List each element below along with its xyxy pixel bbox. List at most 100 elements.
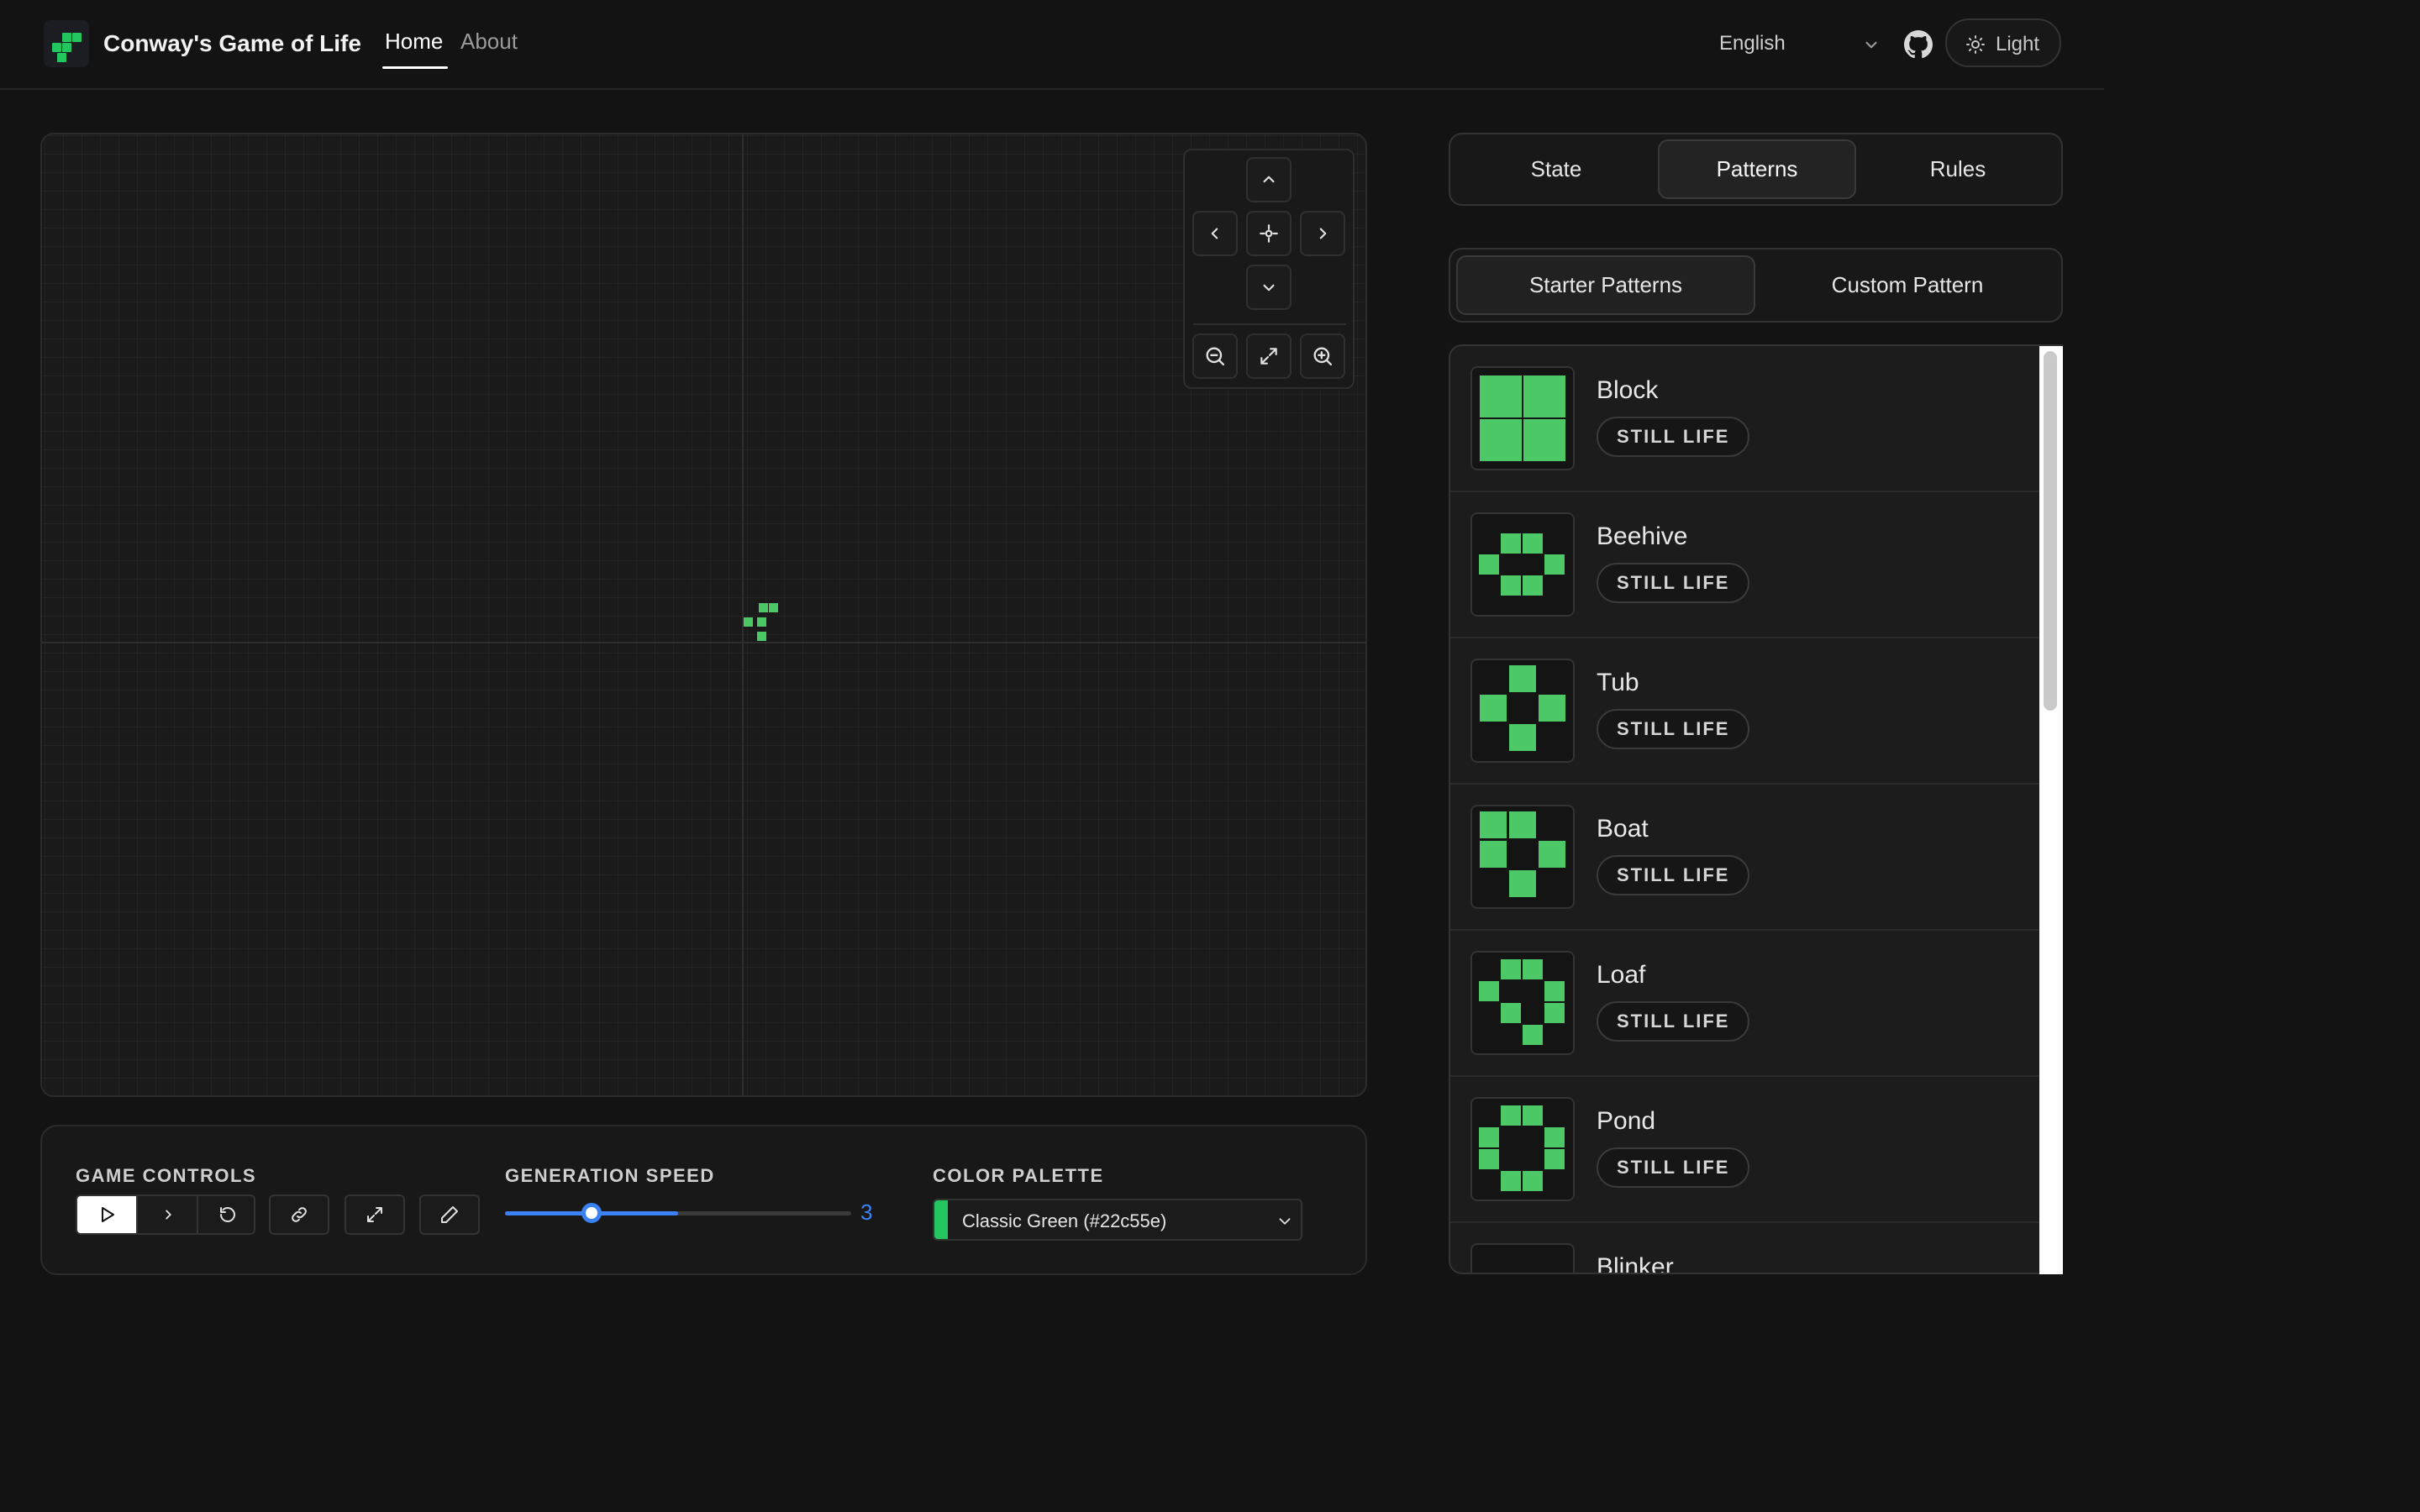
- pattern-name: Loaf: [1597, 961, 1646, 989]
- fit-to-screen-button[interactable]: [1246, 333, 1292, 379]
- subtab-starter-patterns[interactable]: Starter Patterns: [1456, 255, 1755, 315]
- link-icon: [292, 1207, 307, 1222]
- pattern-category-badge: STILL LIFE: [1597, 709, 1750, 749]
- pattern-item-blinker[interactable]: Blinker: [1450, 1223, 2041, 1274]
- color-palette-label: COLOR PALETTE: [933, 1165, 1104, 1186]
- controls-panel: GAME CONTROLS GENERATION SPEED 3 COLOR P…: [40, 1125, 1367, 1275]
- pond-pattern-preview: [1479, 1105, 1565, 1191]
- github-icon[interactable]: [1904, 30, 1933, 59]
- pattern-item-loaf[interactable]: Loaf STILL LIFE: [1450, 931, 2041, 1077]
- tab-patterns[interactable]: Patterns: [1658, 139, 1856, 199]
- pan-down-button[interactable]: [1246, 265, 1292, 310]
- pattern-item-boat[interactable]: Boat STILL LIFE: [1450, 785, 2041, 931]
- pattern-name: Pond: [1597, 1107, 1656, 1135]
- nav-home-link[interactable]: Home: [385, 29, 443, 55]
- pattern-item-tub[interactable]: Tub STILL LIFE: [1450, 638, 2041, 785]
- navigation-pad-divider: [1193, 323, 1346, 325]
- live-cell[interactable]: [769, 603, 778, 612]
- pattern-thumbnail: [1470, 805, 1575, 909]
- pattern-thumbnail: [1470, 1097, 1575, 1201]
- zoom-in-button[interactable]: [1300, 333, 1345, 379]
- chevron-down-icon[interactable]: [1860, 34, 1882, 55]
- crosshair-icon: [1260, 224, 1278, 243]
- subtab-custom-pattern[interactable]: Custom Pattern: [1758, 255, 2057, 315]
- pattern-name: Beehive: [1597, 522, 1688, 550]
- pattern-list: Block STILL LIFE Beehive STILL LIFE Tub …: [1449, 344, 2063, 1274]
- pattern-category-badge: STILL LIFE: [1597, 563, 1750, 603]
- chevron-right-icon: [1319, 228, 1327, 239]
- active-nav-indicator: [382, 66, 448, 69]
- chevron-down-icon: [1279, 1218, 1291, 1225]
- pattern-category-badge: STILL LIFE: [1597, 1147, 1750, 1188]
- pattern-thumbnail: [1470, 951, 1575, 1055]
- chevron-left-icon: [1211, 228, 1218, 239]
- center-view-button[interactable]: [1246, 211, 1292, 256]
- beehive-pattern-preview: [1479, 533, 1565, 596]
- glider-logo-icon[interactable]: [44, 20, 89, 67]
- live-cell[interactable]: [744, 617, 753, 627]
- game-controls-label: GAME CONTROLS: [76, 1165, 257, 1186]
- zoom-in-icon: [1313, 347, 1333, 366]
- vertical-axis-line: [742, 134, 744, 1095]
- live-cell[interactable]: [759, 603, 768, 612]
- pattern-name: Tub: [1597, 669, 1639, 696]
- play-button[interactable]: [77, 1196, 136, 1233]
- app-title[interactable]: Conway's Game of Life: [103, 30, 361, 57]
- pattern-item-beehive[interactable]: Beehive STILL LIFE: [1450, 492, 2041, 638]
- reset-button[interactable]: [197, 1196, 254, 1233]
- pattern-category-badge: STILL LIFE: [1597, 417, 1750, 457]
- zoom-out-button[interactable]: [1192, 333, 1238, 379]
- canvas-navigation-pad: [1183, 149, 1355, 389]
- language-select[interactable]: English: [1719, 32, 1786, 55]
- pattern-thumbnail: [1470, 366, 1575, 470]
- generation-speed-slider[interactable]: [505, 1203, 851, 1223]
- tab-state[interactable]: State: [1457, 139, 1655, 199]
- pattern-thumbnail: [1470, 1243, 1575, 1273]
- pattern-name: Blinker: [1597, 1253, 1674, 1274]
- palette-color-swatch: [934, 1200, 948, 1239]
- generation-speed-value: 3: [860, 1200, 873, 1225]
- pencil-icon: [441, 1206, 458, 1223]
- step-button[interactable]: [136, 1196, 198, 1233]
- chevron-right-icon: [166, 1210, 171, 1220]
- pattern-item-block[interactable]: Block STILL LIFE: [1450, 346, 2041, 492]
- game-canvas[interactable]: [40, 133, 1367, 1097]
- horizontal-axis-line: [42, 642, 1365, 643]
- sun-icon: [1966, 35, 1985, 54]
- app-header: Conway's Game of Life Home About English…: [0, 0, 2104, 90]
- theme-toggle-button[interactable]: Light: [1945, 18, 2061, 67]
- pattern-list-scrollbar-thumb[interactable]: [2044, 351, 2057, 711]
- color-palette-value: Classic Green (#22c55e): [962, 1210, 1167, 1231]
- pattern-item-pond[interactable]: Pond STILL LIFE: [1450, 1077, 2041, 1223]
- expand-icon: [1260, 348, 1277, 365]
- speed-slider-thumb[interactable]: [581, 1203, 602, 1223]
- nav-about-link[interactable]: About: [460, 29, 518, 55]
- fullscreen-button[interactable]: [345, 1194, 405, 1235]
- boat-pattern-preview: [1480, 811, 1565, 897]
- live-cell[interactable]: [757, 632, 766, 641]
- pattern-name: Boat: [1597, 815, 1649, 843]
- pattern-thumbnail: [1470, 659, 1575, 763]
- share-link-button[interactable]: [269, 1194, 329, 1235]
- pan-left-button[interactable]: [1192, 211, 1238, 256]
- block-pattern-preview: [1480, 375, 1565, 461]
- rotate-ccw-icon: [220, 1207, 235, 1222]
- tub-pattern-preview: [1480, 665, 1565, 751]
- draw-mode-button[interactable]: [419, 1194, 480, 1235]
- theme-toggle-label: Light: [1996, 33, 2040, 55]
- color-palette-select[interactable]: Classic Green (#22c55e): [933, 1199, 1302, 1241]
- pattern-thumbnail: [1470, 512, 1575, 617]
- generation-speed-label: GENERATION SPEED: [505, 1165, 715, 1186]
- pattern-name: Block: [1597, 376, 1659, 404]
- sidebar-tabs: State Patterns Rules: [1449, 133, 2063, 206]
- pattern-category-badge: STILL LIFE: [1597, 855, 1750, 895]
- chevron-down-icon: [1263, 284, 1275, 291]
- pattern-subtabs: Starter Patterns Custom Pattern: [1449, 248, 2063, 323]
- expand-icon: [367, 1207, 382, 1222]
- tab-rules[interactable]: Rules: [1859, 139, 2057, 199]
- pan-up-button[interactable]: [1246, 157, 1292, 202]
- playback-button-group: [76, 1194, 255, 1235]
- live-cell[interactable]: [757, 617, 766, 627]
- pattern-category-badge: STILL LIFE: [1597, 1001, 1750, 1042]
- pan-right-button[interactable]: [1300, 211, 1345, 256]
